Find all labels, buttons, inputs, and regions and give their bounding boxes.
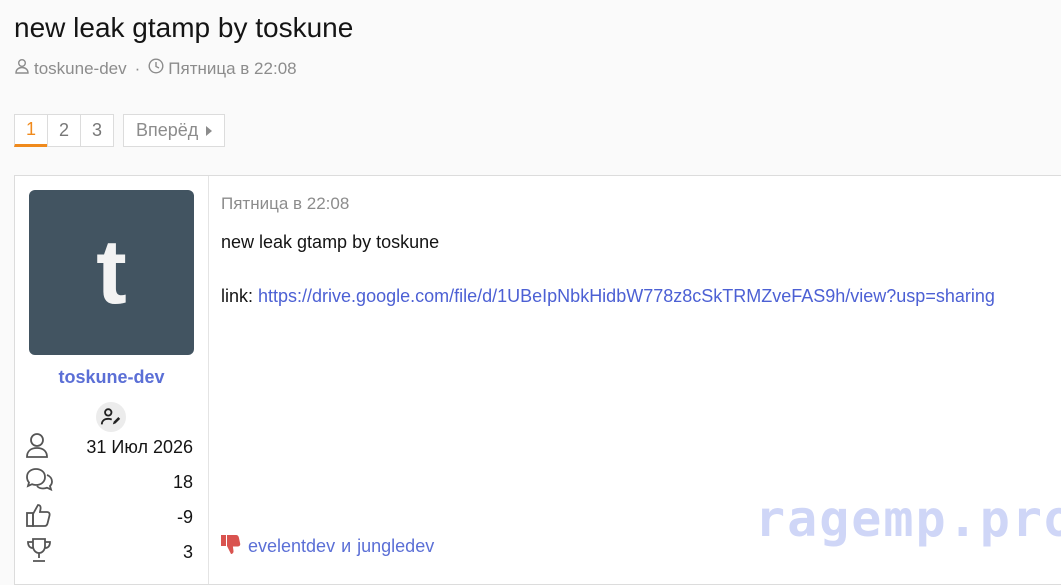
thumbs-up-icon [25, 502, 53, 533]
chevron-right-icon [206, 125, 213, 136]
pagination: 1 2 3 Вперёд [14, 114, 226, 147]
user-edit-icon [96, 402, 126, 432]
user-icon [25, 432, 53, 463]
dislike-icon [220, 533, 242, 560]
reaction-joiner: и [341, 536, 352, 556]
messages-icon [25, 467, 53, 498]
link-prefix: link: [221, 286, 259, 306]
thread-date-link[interactable]: Пятница в 22:08 [168, 59, 296, 79]
trophy-count: 3 [182, 541, 193, 562]
post-link-line: link: https://drive.google.com/file/d/1U… [221, 286, 995, 307]
post-date-link[interactable]: Пятница в 22:08 [221, 194, 349, 214]
reaction-score: -9 [176, 506, 193, 527]
post-text: new leak gtamp by toskune [221, 232, 440, 252]
next-page-button[interactable]: Вперёд [123, 114, 226, 147]
site-watermark: ragemp.pro [755, 490, 1061, 548]
drive-link[interactable]: https://drive.google.com/file/d/1UBeIpNb… [258, 286, 995, 306]
page-1-link[interactable]: 1 [14, 114, 48, 147]
stat-reactions: -9 [25, 502, 193, 532]
thread-title: new leak gtamp by toskune [14, 12, 354, 43]
avatar[interactable]: t [29, 190, 194, 355]
reaction-user-jungledev[interactable]: jungledev [357, 536, 434, 557]
next-page-label: Вперёд [136, 120, 199, 140]
page-3-link[interactable]: 3 [80, 114, 114, 147]
stat-trophies: 3 [25, 537, 193, 567]
post-user-cell: t toskune-dev 31 Июл 2026 18 -9 3 [15, 176, 209, 584]
thread-author-link[interactable]: toskune-dev [34, 59, 127, 79]
user-icon [14, 58, 30, 79]
reaction-user-evelentdev[interactable]: evelentdev [248, 536, 335, 557]
joined-date: 31 Июл 2026 [86, 436, 193, 457]
post-username[interactable]: toskune-dev [15, 367, 208, 388]
meta-separator: · [134, 58, 141, 78]
stat-joined: 31 Июл 2026 [25, 432, 193, 462]
trophy-icon [25, 537, 53, 568]
reactions-bar: evelentdev и jungledev [220, 533, 434, 560]
page-2-link[interactable]: 2 [47, 114, 81, 147]
message-count: 18 [172, 471, 193, 492]
stat-messages: 18 [25, 467, 193, 497]
thread-meta: toskune-dev · Пятница в 22:08 [14, 58, 297, 79]
clock-icon [148, 58, 164, 79]
